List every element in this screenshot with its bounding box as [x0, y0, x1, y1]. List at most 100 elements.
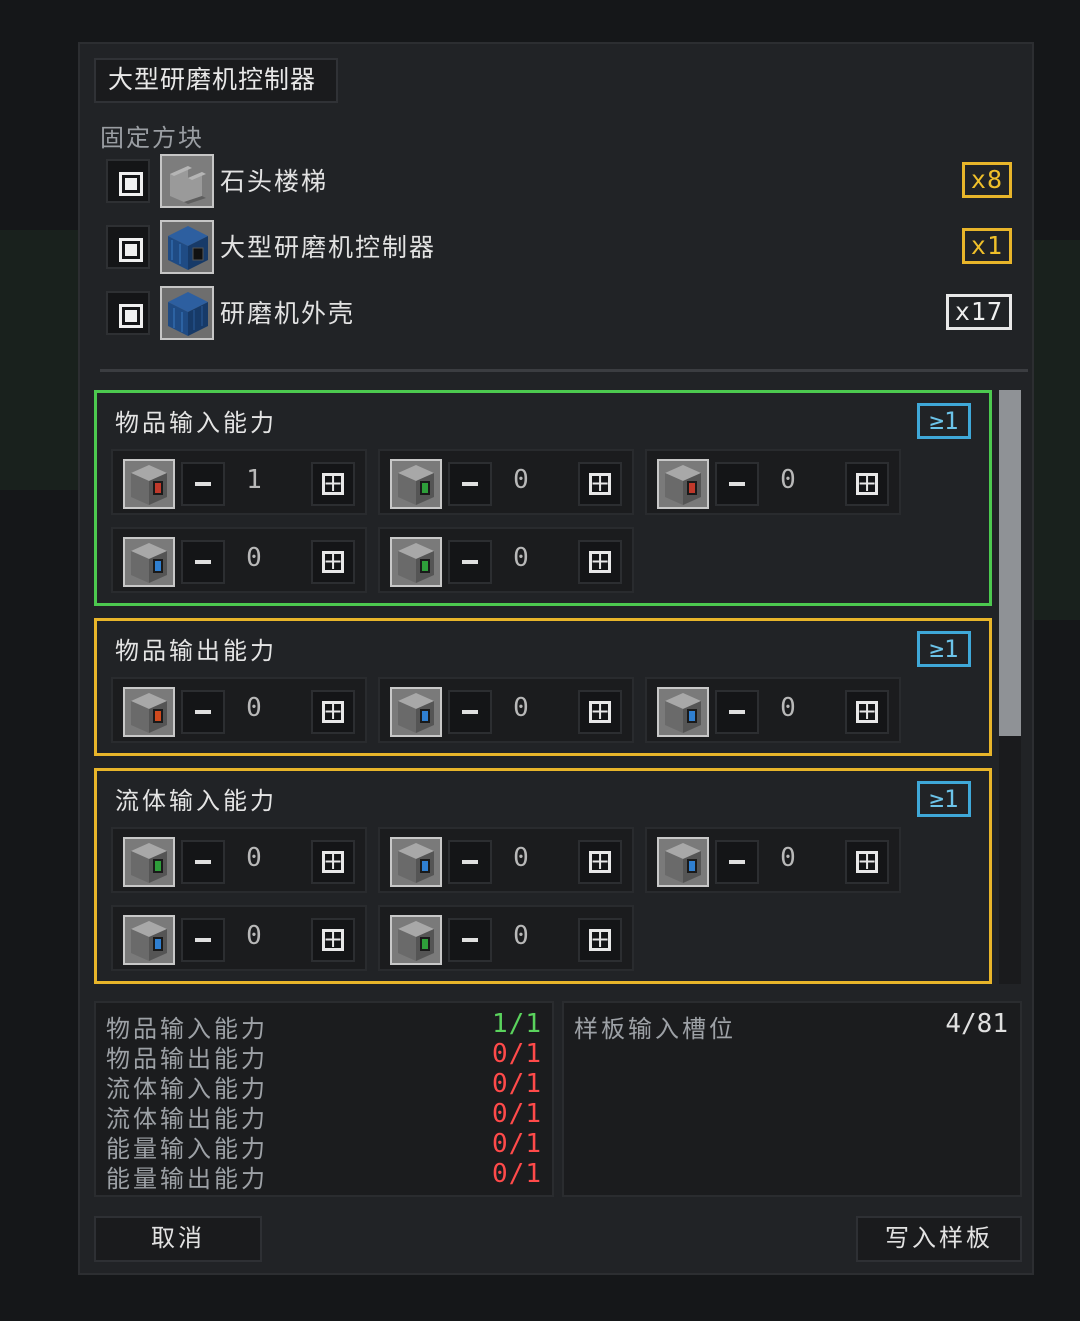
capability-summary: 物品输入能力 1/1 物品输出能力 0/1 流体输入能力 0/1 流体输出能力 … — [94, 1001, 554, 1197]
window-title: 大型研磨机控制器 — [94, 58, 338, 103]
decrease-button[interactable] — [715, 690, 759, 734]
hatch-slot: 0 — [378, 527, 634, 593]
summary-label: 能量输出能力 — [106, 1165, 268, 1193]
increase-button[interactable] — [578, 918, 622, 962]
slot-count: 0 — [780, 465, 796, 495]
hatch-icon — [390, 915, 442, 965]
increase-button[interactable] — [311, 918, 355, 962]
pattern-slot-label: 样板输入槽位 — [574, 1015, 736, 1043]
fixed-block-checkbox[interactable] — [106, 225, 150, 269]
item-output-capability-box: 物品输出能力 ≥1 0 0 0 — [94, 618, 992, 756]
capability-title: 流体输入能力 — [115, 787, 277, 815]
increase-button[interactable] — [311, 840, 355, 884]
slot-count: 0 — [246, 693, 262, 723]
hatch-icon — [390, 687, 442, 737]
slot-count: 0 — [246, 843, 262, 873]
summary-row: 流体输出能力 0/1 — [106, 1099, 542, 1133]
stone-stairs-icon — [160, 154, 214, 208]
increase-button[interactable] — [578, 540, 622, 584]
slot-count: 0 — [246, 921, 262, 951]
hatch-slot: 0 — [111, 905, 367, 971]
fixed-block-name: 研磨机外壳 — [220, 299, 356, 328]
background-decoration — [0, 230, 80, 490]
decrease-button[interactable] — [448, 840, 492, 884]
hatch-slot: 1 — [111, 449, 367, 515]
fixed-block-row: 研磨机外壳 x17 — [106, 286, 1012, 340]
decrease-button[interactable] — [181, 918, 225, 962]
summary-row: 能量输出能力 0/1 — [106, 1159, 542, 1193]
capability-title: 物品输出能力 — [115, 637, 277, 665]
increase-button[interactable] — [845, 690, 889, 734]
scrollbar-thumb[interactable] — [999, 390, 1021, 736]
summary-value: 0/1 — [492, 1099, 542, 1129]
increase-button[interactable] — [311, 462, 355, 506]
decrease-button[interactable] — [715, 462, 759, 506]
decrease-button[interactable] — [448, 462, 492, 506]
increase-button[interactable] — [845, 840, 889, 884]
grinder-casing-icon — [160, 286, 214, 340]
fixed-block-row: 大型研磨机控制器 x1 — [106, 220, 1012, 274]
cancel-button[interactable]: 取消 — [94, 1216, 262, 1262]
item-input-capability-box: 物品输入能力 ≥1 1 0 0 0 0 — [94, 390, 992, 606]
hatch-icon — [123, 837, 175, 887]
fixed-block-count: x1 — [961, 228, 1012, 264]
hatch-slot: 0 — [111, 827, 367, 893]
multiblock-dialog: 大型研磨机控制器 固定方块 石头楼梯 x8 大型研磨机控制器 x1 研磨机外壳 … — [78, 42, 1034, 1275]
decrease-button[interactable] — [181, 462, 225, 506]
pattern-slot-count: 4/81 — [945, 1009, 1008, 1039]
fixed-block-row: 石头楼梯 x8 — [106, 154, 1012, 208]
summary-value: 0/1 — [492, 1129, 542, 1159]
fixed-block-checkbox[interactable] — [106, 159, 150, 203]
hatch-slot: 0 — [111, 527, 367, 593]
hatch-slot: 0 — [378, 827, 634, 893]
increase-button[interactable] — [311, 690, 355, 734]
fixed-blocks-label: 固定方块 — [100, 124, 204, 152]
slot-count: 0 — [246, 543, 262, 573]
hatch-slot: 0 — [111, 677, 367, 743]
decrease-button[interactable] — [448, 540, 492, 584]
increase-button[interactable] — [845, 462, 889, 506]
slot-count: 0 — [513, 543, 529, 573]
decrease-button[interactable] — [181, 840, 225, 884]
slot-count: 0 — [780, 843, 796, 873]
decrease-button[interactable] — [181, 690, 225, 734]
slot-count: 0 — [513, 465, 529, 495]
slot-count: 1 — [246, 465, 262, 495]
hatch-icon — [123, 537, 175, 587]
pattern-slot-box: 样板输入槽位 4/81 — [562, 1001, 1022, 1197]
increase-button[interactable] — [578, 840, 622, 884]
decrease-button[interactable] — [448, 690, 492, 734]
fixed-block-count: x8 — [961, 162, 1012, 198]
hatch-icon — [657, 837, 709, 887]
summary-row: 能量输入能力 0/1 — [106, 1129, 542, 1163]
hatch-icon — [657, 459, 709, 509]
summary-value: 0/1 — [492, 1039, 542, 1069]
slot-count: 0 — [513, 921, 529, 951]
fluid-input-capability-box: 流体输入能力 ≥1 0 0 0 0 0 — [94, 768, 992, 984]
capability-requirement-badge: ≥1 — [917, 631, 971, 667]
capability-requirement-badge: ≥1 — [917, 781, 971, 817]
increase-button[interactable] — [311, 540, 355, 584]
write-pattern-button[interactable]: 写入样板 — [856, 1216, 1022, 1262]
hatch-slot: 0 — [378, 905, 634, 971]
summary-row: 物品输入能力 1/1 — [106, 1009, 542, 1043]
hatch-icon — [123, 459, 175, 509]
fixed-block-name: 石头楼梯 — [220, 167, 329, 196]
hatch-slot: 0 — [378, 449, 634, 515]
hatch-slot: 0 — [645, 449, 901, 515]
decrease-button[interactable] — [715, 840, 759, 884]
hatch-icon — [390, 459, 442, 509]
fixed-block-count: x17 — [945, 294, 1012, 330]
decrease-button[interactable] — [448, 918, 492, 962]
increase-button[interactable] — [578, 690, 622, 734]
slot-count: 0 — [780, 693, 796, 723]
fixed-block-checkbox[interactable] — [106, 291, 150, 335]
capability-title: 物品输入能力 — [115, 409, 277, 437]
grinder-controller-icon — [160, 220, 214, 274]
summary-row: 流体输入能力 0/1 — [106, 1069, 542, 1103]
decrease-button[interactable] — [181, 540, 225, 584]
increase-button[interactable] — [578, 462, 622, 506]
summary-value: 0/1 — [492, 1069, 542, 1099]
hatch-slot: 0 — [645, 677, 901, 743]
hatch-slot: 0 — [645, 827, 901, 893]
